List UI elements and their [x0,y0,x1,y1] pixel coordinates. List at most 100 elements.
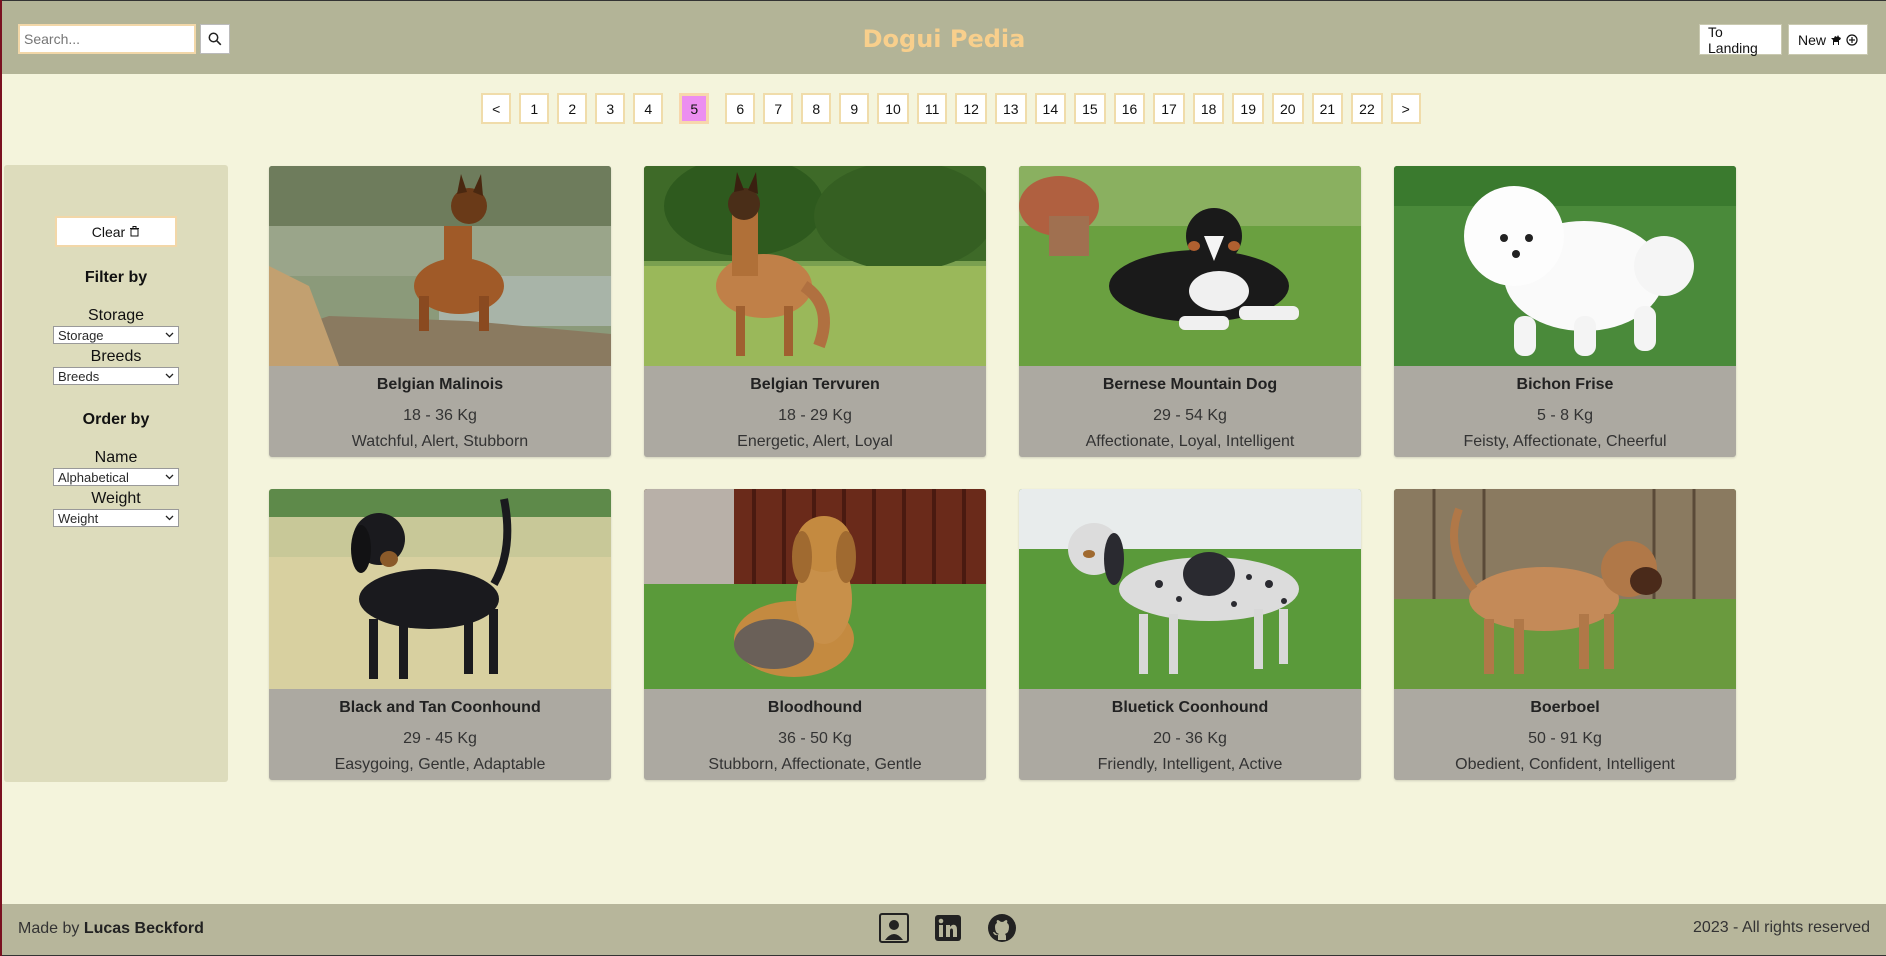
chevron-down-icon [165,515,174,521]
header-bar: Dogui Pedia To Landing New [2,0,1886,74]
page-button-7[interactable]: 7 [763,93,794,124]
name-order-label: Name [94,449,138,466]
page-button-14[interactable]: 14 [1034,93,1067,124]
page-button-6[interactable]: 6 [725,93,756,124]
portfolio-icon[interactable] [878,912,910,944]
linkedin-icon[interactable] [932,912,964,944]
to-landing-label: To Landing [1708,23,1758,56]
weight-order-value: Weight [58,510,99,526]
dog-name: Boerboel [1530,699,1600,716]
page-button-17[interactable]: 17 [1153,93,1185,124]
footer: Made by Lucas Beckford 2023 - All rights… [2,904,1886,956]
breeds-label: Breeds [90,348,142,365]
dog-name: Bichon Frise [1516,376,1614,393]
page-button-16[interactable]: 16 [1113,93,1146,124]
page-button-11[interactable]: 11 [916,93,948,124]
new-label: New [1797,31,1826,48]
breeds-select[interactable]: Breeds [53,367,179,385]
order-heading: Order by [82,411,150,428]
breeds-select-value: Breeds [58,368,100,384]
clear-label: Clear [91,223,126,240]
github-icon[interactable] [986,912,1018,944]
dog-card[interactable]: Bernese Mountain Dog 29 - 54 Kg Affectio… [1019,166,1361,457]
dog-photo [269,166,611,366]
dog-card[interactable]: Belgian Malinois 18 - 36 Kg Watchful, Al… [269,166,611,457]
page-button-20[interactable]: 20 [1272,93,1304,124]
dog-photo [644,166,986,366]
chevron-down-icon [165,474,174,480]
dog-photo [644,489,986,689]
dog-name: Belgian Tervuren [750,376,880,393]
dog-card[interactable]: Bloodhound 36 - 50 Kg Stubborn, Affectio… [644,489,986,780]
page-button-12[interactable]: 12 [955,93,987,124]
page-button-19[interactable]: 19 [1232,93,1264,124]
trash-icon [130,226,140,237]
dog-temperament: Stubborn, Affectionate, Gentle [708,756,922,773]
dog-temperament: Easygoing, Gentle, Adaptable [334,756,546,773]
dog-weight: 29 - 45 Kg [403,730,477,747]
name-order-select[interactable]: Alphabetical [53,468,179,486]
dog-card[interactable]: Bluetick Coonhound 20 - 36 Kg Friendly, … [1019,489,1361,780]
made-by-prefix: Made by [18,920,80,937]
dog-card[interactable]: Bichon Frise 5 - 8 Kg Feisty, Affectiona… [1394,166,1736,457]
dog-weight: 29 - 54 Kg [1153,407,1227,424]
dog-photo [1019,489,1361,689]
page-button-4[interactable]: 4 [633,93,664,124]
dog-weight: 18 - 29 Kg [778,407,852,424]
page-button-1[interactable]: 1 [519,93,550,124]
dog-weight: 50 - 91 Kg [1528,730,1602,747]
dog-temperament: Energetic, Alert, Loyal [737,433,893,450]
dog-weight: 20 - 36 Kg [1153,730,1227,747]
plus-circle-icon [1846,33,1858,46]
page-button-8[interactable]: 8 [801,93,832,124]
clear-filters-button[interactable]: Clear [55,216,177,247]
page-button-3[interactable]: 3 [595,93,626,124]
dog-weight: 5 - 8 Kg [1536,407,1594,424]
page-button-22[interactable]: 22 [1351,93,1383,124]
page-button-13[interactable]: 13 [994,93,1027,124]
storage-select-value: Storage [58,327,104,343]
dog-name: Black and Tan Coonhound [339,699,541,716]
dog-weight: 36 - 50 Kg [778,730,852,747]
chevron-down-icon [165,373,174,379]
dog-card[interactable]: Black and Tan Coonhound 29 - 45 Kg Easyg… [269,489,611,780]
dog-photo [1019,166,1361,366]
footer-social-links [878,912,1018,944]
dog-temperament: Obedient, Confident, Intelligent [1455,756,1675,773]
dog-temperament: Watchful, Alert, Stubborn [351,433,529,450]
dog-weight: 18 - 36 Kg [403,407,477,424]
page-button-2[interactable]: 2 [557,93,588,124]
page-button-9[interactable]: 9 [839,93,870,124]
dog-card[interactable]: Boerboel 50 - 91 Kg Obedient, Confident,… [1394,489,1736,780]
storage-select[interactable]: Storage [53,326,179,344]
weight-order-select[interactable]: Weight [53,509,179,527]
dog-photo [269,489,611,689]
new-dog-button[interactable]: New [1788,24,1868,55]
dog-photo [1394,166,1736,366]
weight-order-label: Weight [91,490,141,507]
page-button-18[interactable]: 18 [1192,93,1225,124]
dog-temperament: Friendly, Intelligent, Active [1097,756,1283,773]
dog-card-grid: Belgian Malinois 18 - 36 Kg Watchful, Al… [269,166,1736,780]
dog-card[interactable]: Belgian Tervuren 18 - 29 Kg Energetic, A… [644,166,986,457]
page-button-10[interactable]: 10 [877,93,909,124]
pagination: < 1 2 3 4 5 6 7 8 9 10 11 12 13 14 15 16… [2,93,1886,124]
dog-name: Bernese Mountain Dog [1102,376,1278,393]
dog-name: Belgian Malinois [376,376,504,393]
page-next-button[interactable]: > [1390,93,1421,124]
dog-icon [1831,34,1841,45]
page-prev-button[interactable]: < [481,93,512,124]
author-name: Lucas Beckford [83,920,204,937]
filter-heading: Filter by [84,269,148,286]
name-order-value: Alphabetical [58,469,129,485]
filter-sidebar: Clear Filter by Storage Storage Breeds B… [4,165,228,782]
to-landing-button[interactable]: To Landing [1699,23,1782,56]
page-button-21[interactable]: 21 [1311,93,1344,124]
copyright-text: 2023 - All rights reserved [1693,919,1870,936]
chevron-down-icon [165,332,174,338]
page-button-15[interactable]: 15 [1074,93,1106,124]
dog-name: Bluetick Coonhound [1111,699,1269,716]
dog-temperament: Feisty, Affectionate, Cheerful [1463,433,1667,450]
page-button-5-current[interactable]: 5 [679,93,710,124]
dog-name: Bloodhound [767,699,863,716]
